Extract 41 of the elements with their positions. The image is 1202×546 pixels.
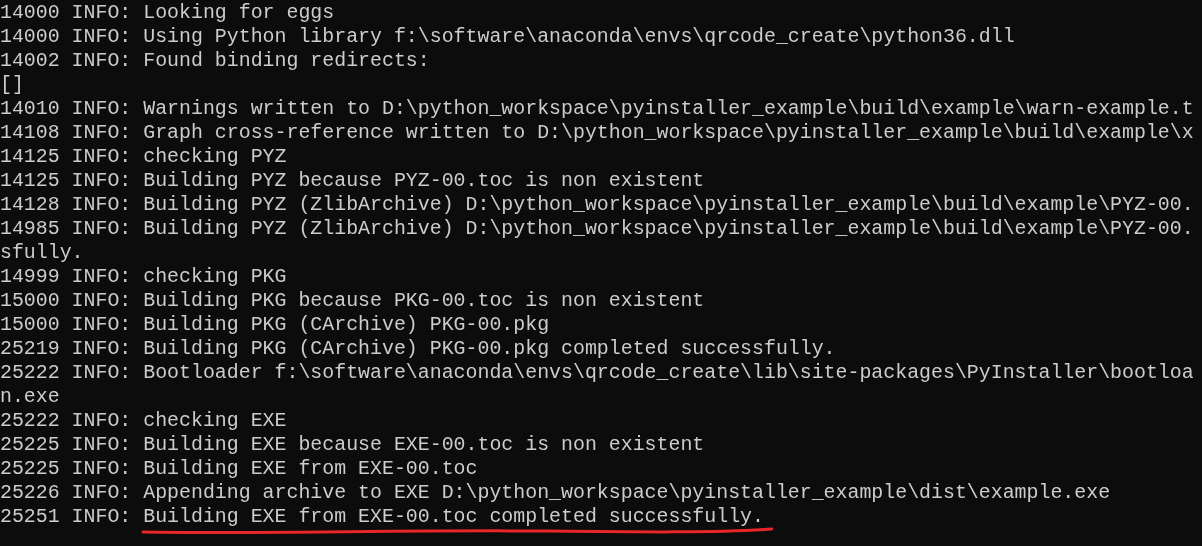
- log-message: Bootloader f:\software\anaconda\envs\qrcode_create\lib\site-packages\PyInstaller\bootloa: [143, 361, 1194, 384]
- log-prefix: 25225 INFO:: [0, 433, 132, 456]
- log-prefix: 14999 INFO:: [0, 265, 132, 288]
- log-prefix: 25226 INFO:: [0, 481, 132, 504]
- log-message: Found binding redirects:: [143, 49, 430, 72]
- log-prefix: 14000 INFO:: [0, 25, 132, 48]
- log-prefix: 15000 INFO:: [0, 289, 132, 312]
- log-message: Using Python library f:\software\anaconda\envs\qrcode_create\python36.dll: [143, 25, 1015, 48]
- log-message: []: [0, 73, 24, 96]
- log-message: Building PKG because PKG-00.toc is non existent: [143, 289, 705, 312]
- log-message: Building EXE from EXE-00.toc: [143, 457, 478, 480]
- log-prefix: 14128 INFO:: [0, 193, 132, 216]
- log-message: Graph cross-reference written to D:\python_workspace\pyinstaller_example\build\example\x: [143, 121, 1194, 144]
- log-message: Building EXE because EXE-00.toc is non existent: [143, 433, 705, 456]
- log-prefix: 14002 INFO:: [0, 49, 132, 72]
- log-message: checking PKG: [143, 265, 287, 288]
- log-message: Warnings written to D:\python_workspace\pyinstaller_example\build\example\warn-example.t: [143, 97, 1194, 120]
- log-prefix: 14010 INFO:: [0, 97, 132, 120]
- log-prefix: 14125 INFO:: [0, 145, 132, 168]
- log-message: Building PYZ because PYZ-00.toc is non existent: [143, 169, 705, 192]
- log-prefix: 14108 INFO:: [0, 121, 132, 144]
- log-prefix: 14125 INFO:: [0, 169, 132, 192]
- log-message: Building PKG (CArchive) PKG-00.pkg completed successfully.: [143, 337, 836, 360]
- log-message: Building PKG (CArchive) PKG-00.pkg: [143, 313, 550, 336]
- log-message: Appending archive to EXE D:\python_workspace\pyinstaller_example\dist\example.exe: [143, 481, 1111, 504]
- log-prefix: 25251 INFO:: [0, 505, 132, 528]
- log-prefix: 25219 INFO:: [0, 337, 132, 360]
- log-message: Building PYZ (ZlibArchive) D:\python_workspace\pyinstaller_example\build\example\PYZ-00.: [143, 217, 1194, 240]
- log-message: n.exe: [0, 385, 60, 408]
- log-prefix: 14000 INFO:: [0, 1, 132, 24]
- log-message: checking EXE: [143, 409, 287, 432]
- log-message: checking PYZ: [143, 145, 287, 168]
- log-prefix: 14985 INFO:: [0, 217, 132, 240]
- log-message: Building EXE from EXE-00.toc completed successfully.: [143, 505, 764, 528]
- log-prefix: 25222 INFO:: [0, 409, 132, 432]
- log-prefix: 25225 INFO:: [0, 457, 132, 480]
- log-prefix: 25222 INFO:: [0, 361, 132, 384]
- log-message: Building PYZ (ZlibArchive) D:\python_workspace\pyinstaller_example\build\example\PYZ-00.: [143, 193, 1194, 216]
- log-message: Looking for eggs: [143, 1, 335, 24]
- log-message: sfully.: [0, 241, 84, 264]
- log-prefix: 15000 INFO:: [0, 313, 132, 336]
